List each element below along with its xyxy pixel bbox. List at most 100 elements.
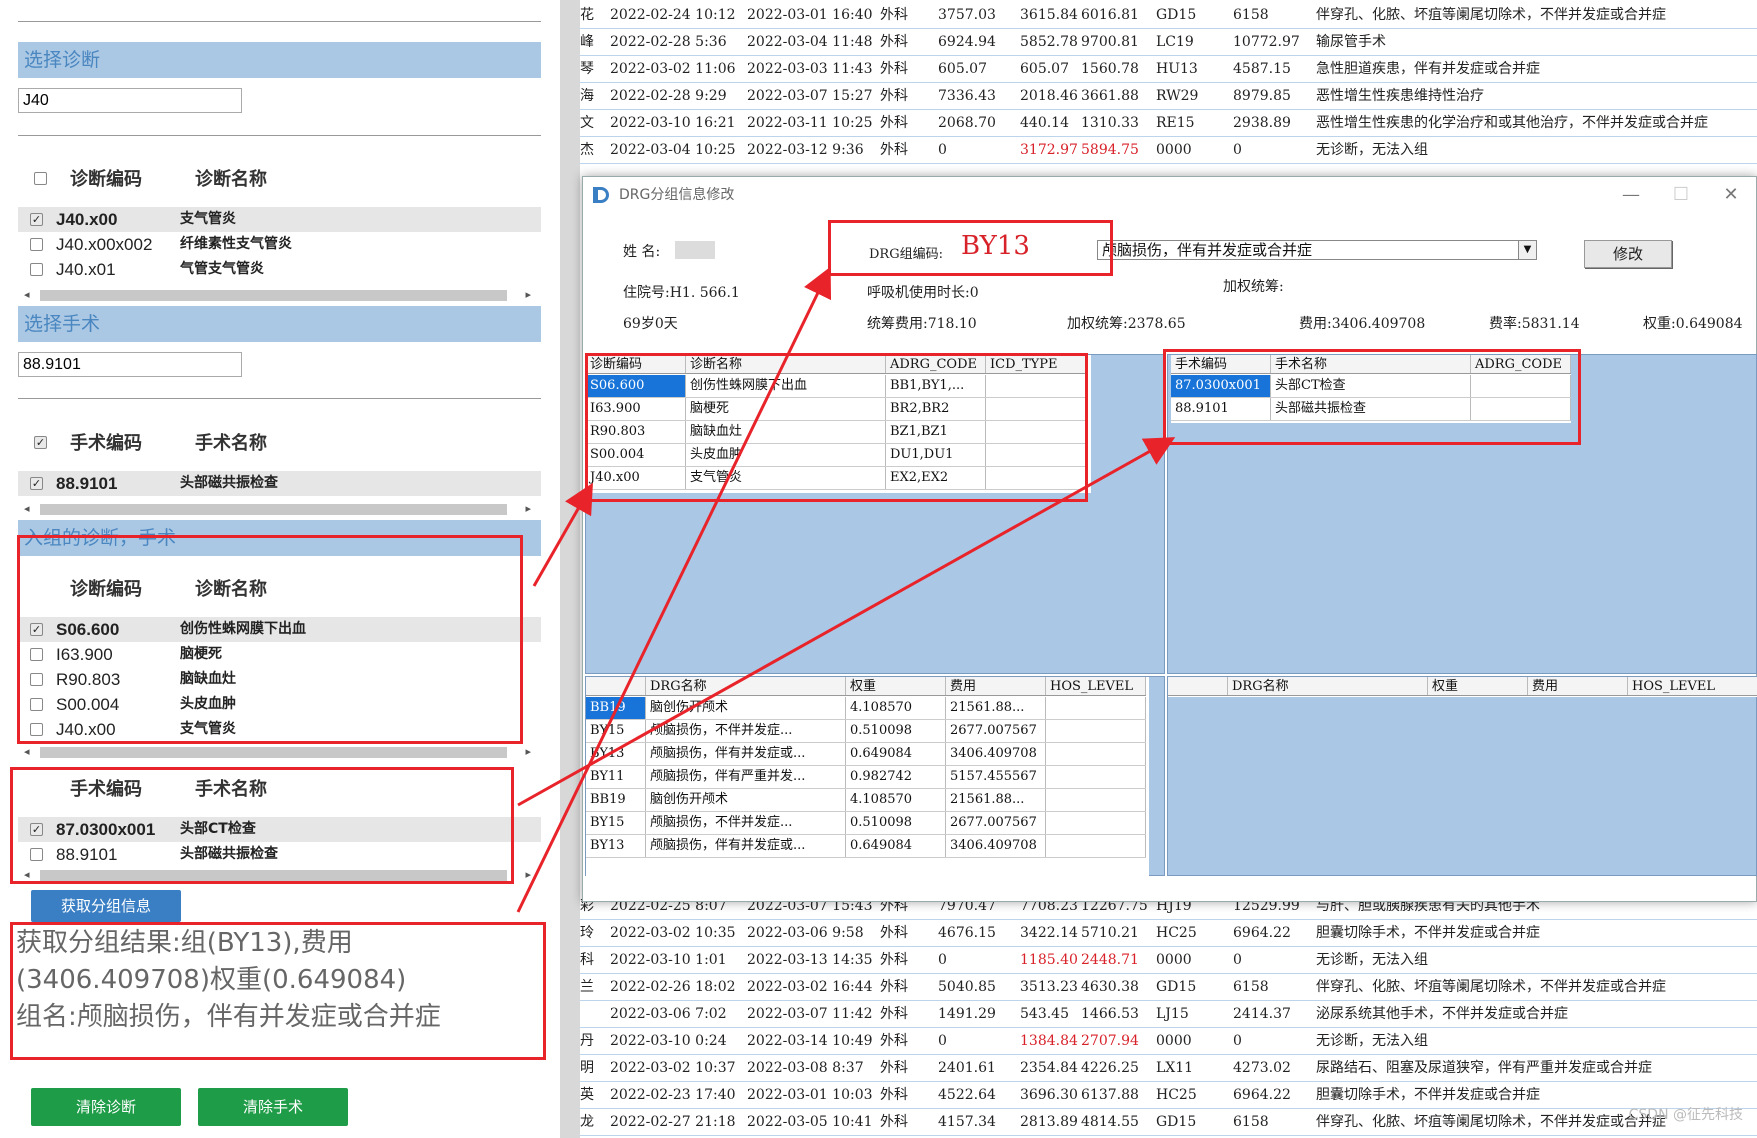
table-row[interactable]: 琴 2022-03-02 11:06 2022-03-03 11:43 外科 605.0… xyxy=(580,56,1757,83)
list-item[interactable]: J40.x00 支气管炎 xyxy=(18,717,541,742)
table-row[interactable]: 峰 2022-02-28 5:36 2022-03-04 11:48 外科 6924.9… xyxy=(580,29,1757,56)
table-row[interactable]: 丹 2022-03-10 0:24 2022-03-14 10:49 外科 0 1384.… xyxy=(580,1028,1757,1055)
table-row[interactable]: 2022-03-06 7:02 2022-03-07 11:42 外科 1491.29… xyxy=(580,1001,1757,1028)
scroll-left-icon[interactable]: ◂ xyxy=(24,500,30,517)
op-search-input[interactable]: 88.9101 xyxy=(18,352,242,377)
grid-column-header[interactable]: 手术名称 xyxy=(1271,355,1471,373)
grid-column-header[interactable]: 手术编码 xyxy=(1171,355,1271,373)
grid-row[interactable]: J40.x00 支气管炎 EX2,EX2 xyxy=(586,467,1086,490)
panel-splitter[interactable] xyxy=(560,0,580,1138)
table-row[interactable]: 杰 2022-03-04 10:25 2022-03-12 9:36 外科 0 3172.… xyxy=(580,137,1757,164)
list-item[interactable]: R90.803 脑缺血灶 xyxy=(18,667,541,692)
list-item[interactable]: ✓ J40.x00 支气管炎 xyxy=(18,207,541,232)
grid-column-header[interactable]: 费用 xyxy=(1528,677,1628,695)
row-checkbox[interactable]: ✓ xyxy=(30,823,43,836)
list-item[interactable]: ✓ 88.9101 头部磁共振检查 xyxy=(18,471,541,496)
grid-column-header[interactable]: DRG名称 xyxy=(646,677,846,695)
grid-column-header[interactable]: 权重 xyxy=(846,677,946,695)
chevron-down-icon[interactable]: ▼ xyxy=(1518,241,1536,259)
table-row[interactable]: 英 2022-02-23 17:40 2022-03-01 10:03 外科 4522.… xyxy=(580,1082,1757,1109)
grid-column-header[interactable]: HOS_LEVEL xyxy=(1046,677,1146,695)
grid-column-header[interactable]: 诊断编码 xyxy=(586,355,686,373)
clear-op-button[interactable]: 清除手术 xyxy=(198,1088,348,1126)
row-name: 头皮血肿 xyxy=(180,696,236,712)
select-all-checkbox[interactable]: ✓ xyxy=(34,436,47,449)
close-icon[interactable]: ✕ xyxy=(1706,177,1756,213)
row-checkbox[interactable] xyxy=(30,698,43,711)
scroll-left-icon[interactable]: ◂ xyxy=(24,286,30,303)
scroll-left-icon[interactable]: ◂ xyxy=(24,743,30,760)
table-row[interactable]: 海 2022-02-28 9:29 2022-03-07 15:27 外科 7336.4… xyxy=(580,83,1757,110)
row-checkbox[interactable]: ✓ xyxy=(30,477,43,490)
table-row[interactable]: 龙 2022-02-27 21:18 2022-03-05 10:41 外科 4157.… xyxy=(580,1109,1757,1136)
grid-column-header[interactable]: 费用 xyxy=(946,677,1046,695)
row-name: 头部磁共振检查 xyxy=(180,846,278,862)
list-item[interactable]: I63.900 脑梗死 xyxy=(18,642,541,667)
scroll-right-icon[interactable]: ▸ xyxy=(525,286,531,303)
scroll-left-icon[interactable]: ◂ xyxy=(24,866,30,883)
grid-cell: 颅脑损伤，伴有严重并发... xyxy=(646,766,846,788)
row-checkbox[interactable] xyxy=(30,723,43,736)
group-op-scrollbar[interactable]: ◂ ▸ xyxy=(18,866,541,883)
row-checkbox[interactable] xyxy=(30,673,43,686)
table-row[interactable]: 明 2022-03-02 10:37 2022-03-08 8:37 外科 2401.6… xyxy=(580,1055,1757,1082)
diag-list-scrollbar[interactable]: ◂ ▸ xyxy=(18,286,541,303)
grid-row[interactable]: BY13 颅脑损伤，伴有并发症或... 0.649084 3406.409708 xyxy=(586,743,1146,766)
grid-row[interactable]: BB19 脑创伤开颅术 4.108570 21561.88... xyxy=(586,697,1146,720)
grid-column-header[interactable] xyxy=(1168,677,1228,695)
list-item[interactable]: ✓ 87.0300x001 头部CT检查 xyxy=(18,817,541,842)
list-item[interactable]: J40.x00x002 纤维素性支气管炎 xyxy=(18,232,541,257)
scroll-right-icon[interactable]: ▸ xyxy=(525,500,531,517)
group-diag-scrollbar[interactable]: ◂ ▸ xyxy=(18,743,541,760)
row-checkbox[interactable] xyxy=(30,648,43,661)
grid-row[interactable]: 88.9101 头部磁共振检查 xyxy=(1171,398,1571,421)
grid-row[interactable]: BY13 颅脑损伤，伴有并发症或... 0.649084 3406.409708 xyxy=(586,835,1146,858)
list-item[interactable]: ✓ S06.600 创伤性蛛网膜下出血 xyxy=(18,617,541,642)
maximize-icon[interactable]: ☐ xyxy=(1656,177,1706,213)
grid-row[interactable]: S00.004 头皮血肿 DU1,DU1 xyxy=(586,444,1086,467)
row-checkbox[interactable]: ✓ xyxy=(30,623,43,636)
grid-row[interactable]: BB19 脑创伤开颅术 4.108570 21561.88... xyxy=(586,789,1146,812)
row-checkbox[interactable]: ✓ xyxy=(30,213,43,226)
grid-column-header[interactable]: ADRG_CODE xyxy=(1471,355,1571,373)
table-row[interactable]: 科 2022-03-10 1:01 2022-03-13 14:35 外科 0 1185.… xyxy=(580,947,1757,974)
grid-row[interactable]: BY15 颅脑损伤，不伴并发症... 0.510098 2677.007567 xyxy=(586,812,1146,835)
list-item[interactable]: J40.x01 气管支气管炎 xyxy=(18,257,541,282)
table-row[interactable]: 玲 2022-03-02 10:35 2022-03-06 9:58 外科 4676.1… xyxy=(580,920,1757,947)
grid-row[interactable]: I63.900 脑梗死 BR2,BR2 xyxy=(586,398,1086,421)
minimize-icon[interactable]: — xyxy=(1606,177,1656,213)
modify-button[interactable]: 修改 xyxy=(1584,240,1672,268)
grid-column-header[interactable]: DRG名称 xyxy=(1228,677,1428,695)
grid-row[interactable]: BY15 颅脑损伤，不伴并发症... 0.510098 2677.007567 xyxy=(586,720,1146,743)
table-row[interactable]: 兰 2022-02-26 18:02 2022-03-02 16:44 外科 5040.… xyxy=(580,974,1757,1001)
scroll-right-icon[interactable]: ▸ xyxy=(525,866,531,883)
grid-row[interactable]: R90.803 脑缺血灶 BZ1,BZ1 xyxy=(586,421,1086,444)
scroll-right-icon[interactable]: ▸ xyxy=(525,743,531,760)
grid-row[interactable]: 87.0300x001 头部CT检查 xyxy=(1171,375,1571,398)
row-checkbox[interactable] xyxy=(30,238,43,251)
drg-candidate-grid[interactable]: DRG名称 权重 费用 HOS_LEVEL BB19 脑创伤开颅术 4.108570 2156… xyxy=(586,677,1149,877)
list-item[interactable]: S00.004 头皮血肿 xyxy=(18,692,541,717)
grid-cell: EX2,EX2 xyxy=(886,467,986,489)
get-group-info-button[interactable]: 获取分组信息 xyxy=(31,890,181,922)
table-cell: 2022-02-27 21:18 xyxy=(610,1114,736,1130)
diag-search-input[interactable]: J40 xyxy=(18,88,242,113)
grid-column-header[interactable]: HOS_LEVEL xyxy=(1628,677,1757,695)
row-checkbox[interactable] xyxy=(30,263,43,276)
grid-column-header[interactable]: 权重 xyxy=(1428,677,1528,695)
drg-name-select[interactable]: 颅脑损伤，伴有并发症或合并症 ▼ xyxy=(1097,240,1537,260)
table-row[interactable]: 文 2022-03-10 16:21 2022-03-11 10:25 外科 2068.… xyxy=(580,110,1757,137)
grid-row[interactable]: S06.600 创伤性蛛网膜下出血 BB1,BY1,... xyxy=(586,375,1086,398)
list-item[interactable]: 88.9101 头部磁共振检查 xyxy=(18,842,541,867)
clear-diag-button[interactable]: 清除诊断 xyxy=(31,1088,181,1126)
select-all-checkbox[interactable] xyxy=(34,172,47,185)
op-list-scrollbar[interactable]: ◂ ▸ xyxy=(18,500,541,517)
grid-column-header[interactable]: 诊断名称 xyxy=(686,355,886,373)
grid-column-header[interactable]: ADRG_CODE xyxy=(886,355,986,373)
grid-row[interactable]: BY11 颅脑损伤，伴有严重并发... 0.982742 5157.455567 xyxy=(586,766,1146,789)
table-row[interactable]: 花 2022-02-24 10:12 2022-03-01 16:40 外科 3757.… xyxy=(580,2,1757,29)
grid-column-header[interactable] xyxy=(586,677,646,695)
grid-cell: 头皮血肿 xyxy=(686,444,886,466)
row-checkbox[interactable] xyxy=(30,848,43,861)
grid-column-header[interactable]: ICD_TYPE xyxy=(986,355,1086,373)
